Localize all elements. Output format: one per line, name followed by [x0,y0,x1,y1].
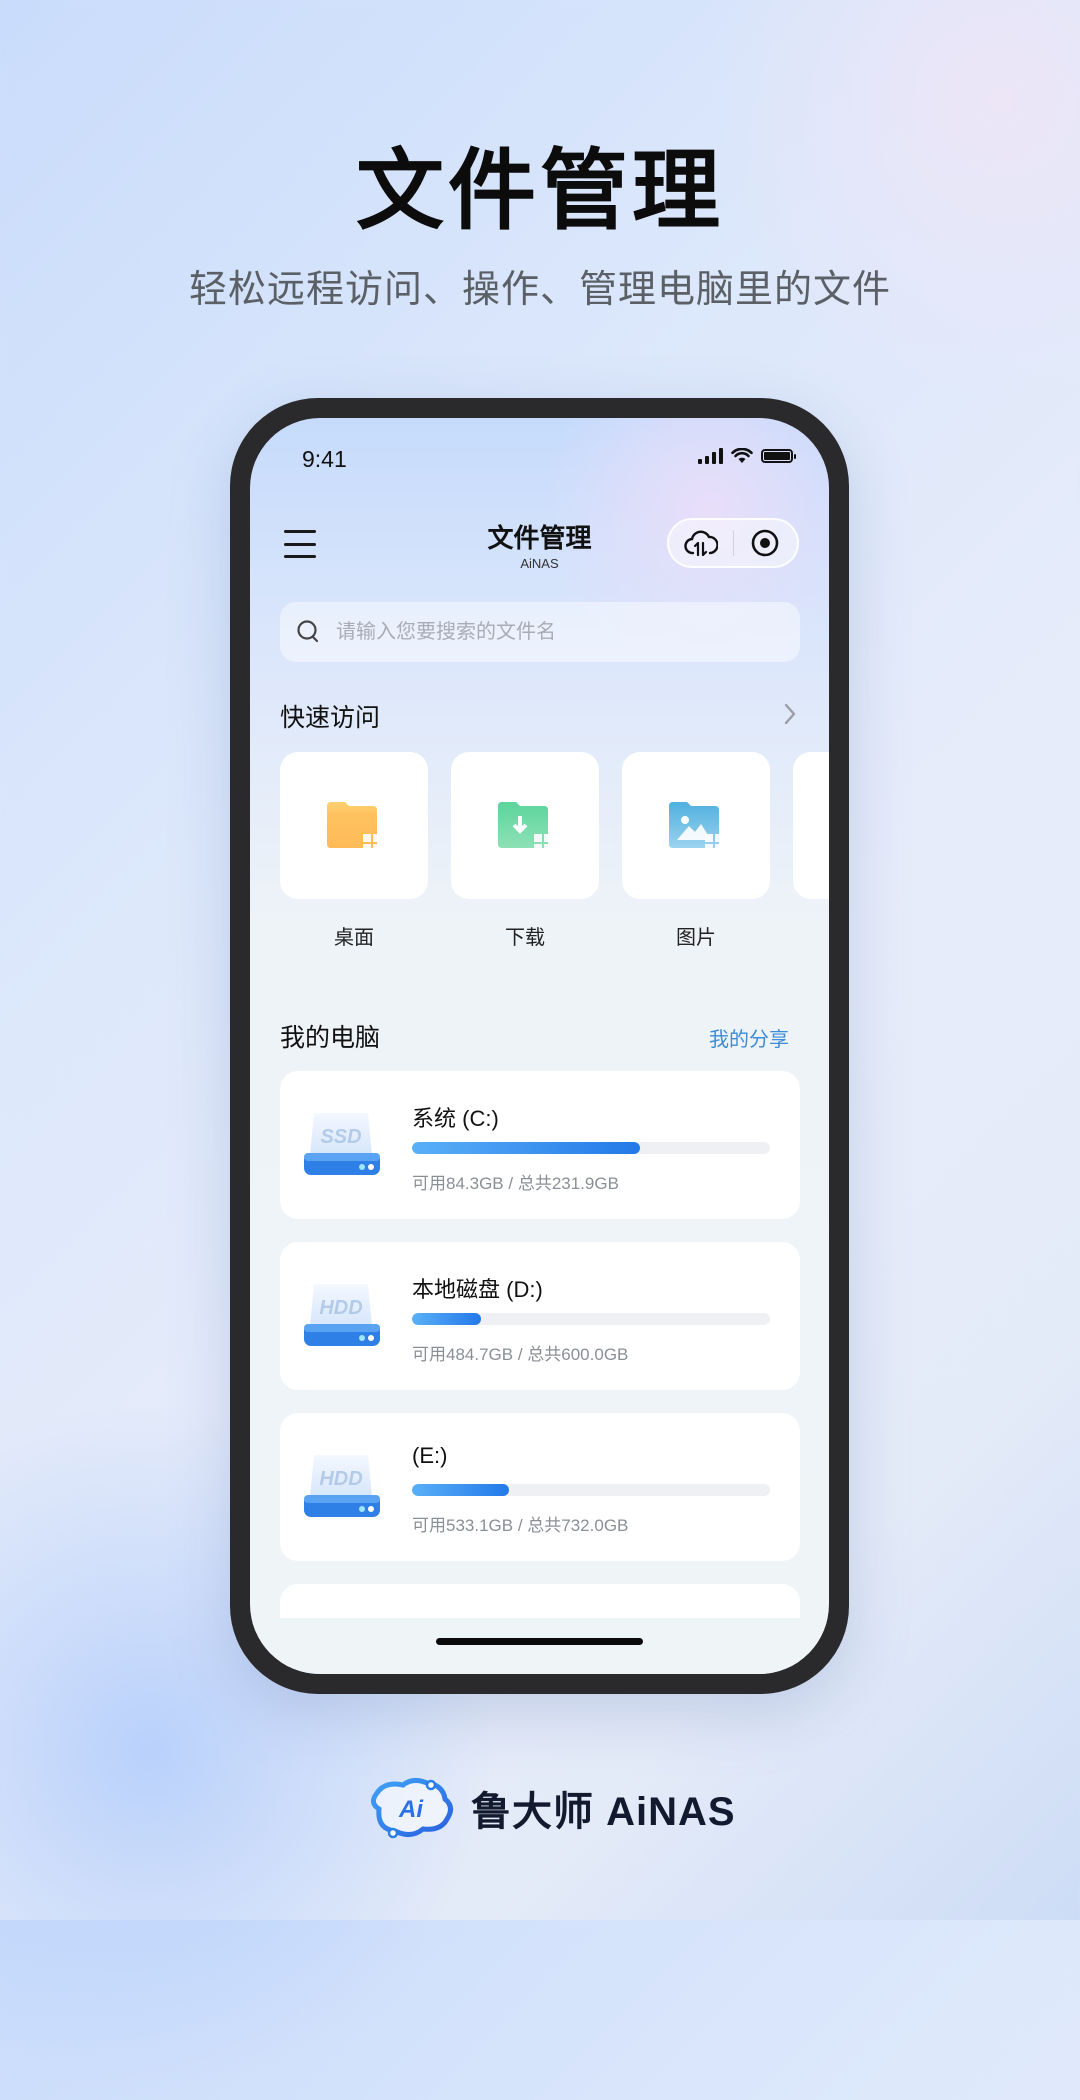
drive-usage-bar [412,1142,770,1154]
drive-capacity: 可用84.3GB / 总共231.9GB [412,1174,619,1193]
quick-access-label: 图片 [676,927,716,949]
wifi-icon [731,448,753,463]
status-icons [698,448,796,464]
quick-access-label: 下载 [505,927,545,949]
my-share-link[interactable]: 我的分享 [709,1023,789,1052]
logo-text: Ai [398,1796,424,1823]
drive-capacity: 可用484.7GB / 总共600.0GB [412,1345,629,1364]
record-icon [751,529,779,557]
drive-name: (E:) [412,1443,448,1468]
drive-name: 系统 (C:) [412,1106,499,1131]
quick-access-pictures[interactable]: 图片 [622,752,770,950]
svg-text:HDD: HDD [319,1468,362,1490]
folder-icon [793,752,829,899]
chevron-right-icon [784,703,796,725]
promo-subtitle: 轻松远程访问、操作、管理电脑里的文件 [188,269,891,311]
search-input[interactable] [334,619,778,645]
quick-access-desktop[interactable]: 桌面 [280,752,428,950]
quick-access-list: 桌面 下载 图片 [280,752,829,972]
home-indicator[interactable] [436,1638,643,1645]
battery-icon [761,449,796,463]
hdd-drive-icon: HDD [304,1455,380,1517]
drive-usage-bar [412,1313,770,1325]
ainas-logo-icon: Ai [371,1777,453,1839]
brand-name: 鲁大师 AiNAS [471,1790,736,1834]
download-folder-icon [498,801,552,852]
drive-usage-fill [412,1484,510,1496]
promo-title: 文件管理 [355,141,724,240]
search-bar[interactable] [280,602,800,662]
drive-usage-fill [412,1313,481,1325]
signal-icon [698,448,723,464]
quick-access-download[interactable]: 下载 [451,752,599,950]
quick-access-more-button[interactable] [781,700,799,733]
header-capsule [667,518,799,568]
drive-card[interactable]: SSD 系统 (C:) 可用84.3GB / 总共231.9GB [280,1071,800,1219]
svg-text:SSD: SSD [320,1126,361,1148]
drive-card[interactable]: HDD 本地磁盘 (D:) 可用484.7GB / 总共600.0GB [280,1242,800,1390]
quick-access-title: 快速访问 [280,704,381,732]
ssd-drive-icon: SSD [304,1113,380,1175]
svg-text:HDD: HDD [319,1297,362,1319]
record-button[interactable] [734,520,798,566]
quick-access-more-item[interactable] [793,752,829,899]
app-screen: 9:41 文件管理 AiNAS 请输入您要搜索的文件名 快速访问 桌面 下载 图… [250,418,829,1674]
hdd-drive-icon: HDD [304,1284,380,1346]
pictures-folder-icon [669,801,723,852]
drive-usage-fill [412,1142,640,1154]
cloud-transfer-button[interactable] [669,520,733,566]
desktop-folder-icon [327,801,381,852]
drive-capacity: 可用533.1GB / 总共732.0GB [412,1516,629,1535]
phone-frame: 9:41 文件管理 AiNAS 请输入您要搜索的文件名 快速访问 桌面 下载 图… [230,398,849,1694]
drive-name: 本地磁盘 (D:) [412,1277,543,1302]
brand-logo: Ai 鲁大师 AiNAS [365,1775,736,1841]
status-time: 9:41 [302,446,347,472]
drive-usage-bar [412,1484,770,1496]
search-icon [297,620,319,643]
my-computer-title: 我的电脑 [280,1024,381,1052]
quick-access-label: 桌面 [334,927,374,949]
cloud-transfer-icon [684,530,718,557]
drive-card[interactable]: HDD (E:) 可用533.1GB / 总共732.0GB [280,1413,800,1561]
